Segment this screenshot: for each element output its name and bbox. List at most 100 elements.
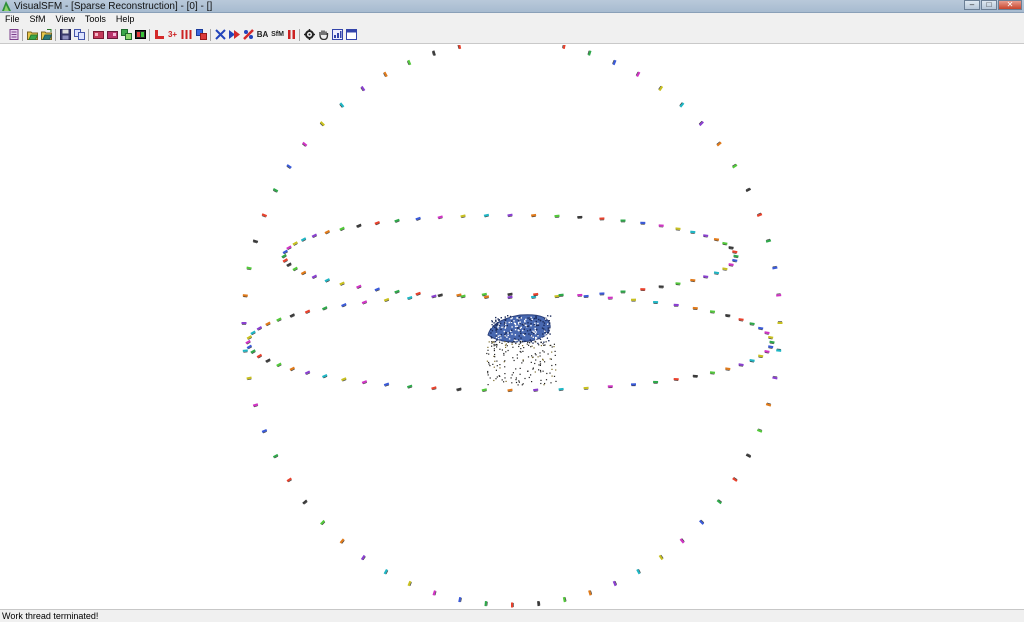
camera-marker: [304, 309, 311, 314]
camera-marker: [612, 580, 618, 587]
view-icon[interactable]: [135, 29, 146, 40]
menu-help[interactable]: Help: [111, 13, 140, 26]
camera-marker: [732, 477, 738, 482]
camera-marker: [777, 321, 783, 324]
camera-marker: [658, 285, 664, 289]
camera-marker: [758, 354, 764, 358]
camera-marker: [431, 50, 436, 56]
menu-file[interactable]: File: [0, 13, 25, 26]
status-text: Work thread terminated!: [2, 611, 99, 621]
camera-marker: [692, 306, 698, 311]
camera-marker: [533, 292, 539, 297]
window-title: VisualSFM - [Sparse Reconstruction] - [0…: [14, 1, 213, 12]
point-cloud-scene[interactable]: [0, 45, 1024, 609]
maximize-button[interactable]: □: [981, 0, 997, 10]
camera-marker: [481, 388, 487, 392]
hand-icon[interactable]: [318, 29, 329, 40]
camera-marker: [374, 287, 380, 292]
camera-marker: [432, 590, 437, 596]
camera-marker: [690, 278, 696, 283]
feature-icon[interactable]: [93, 29, 104, 40]
menu-tools[interactable]: Tools: [80, 13, 111, 26]
camera-marker: [725, 367, 731, 371]
camera-marker: [383, 382, 390, 387]
camera-marker: [636, 568, 641, 575]
cmvs-icon[interactable]: SfM: [271, 29, 284, 40]
camera-marker: [256, 326, 263, 331]
compute-missing-icon[interactable]: [181, 29, 192, 40]
menu-view[interactable]: View: [51, 13, 80, 26]
camera-marker: [250, 349, 256, 354]
camera-marker: [599, 217, 605, 221]
camera-marker: [673, 303, 679, 307]
expand-icon[interactable]: [215, 29, 226, 40]
chart-icon[interactable]: [332, 29, 343, 40]
camera-marker: [407, 295, 413, 301]
camera-marker: [252, 403, 259, 408]
camera-marker: [292, 241, 298, 246]
bundle-adjust-icon[interactable]: BA: [256, 29, 269, 40]
camera-marker: [383, 71, 388, 78]
camera-marker: [620, 290, 626, 294]
close-button[interactable]: ✕: [998, 0, 1022, 10]
toolbar-separator: [299, 29, 300, 41]
camera-marker: [256, 353, 263, 359]
status-bar: Work thread terminated!: [0, 609, 1024, 622]
open-images-icon[interactable]: [27, 29, 38, 40]
camera-marker: [599, 292, 605, 296]
camera-marker: [640, 288, 646, 292]
camera-marker: [246, 344, 253, 350]
camera-marker: [415, 216, 421, 221]
reconstruction-viewport[interactable]: [0, 45, 1024, 609]
camera-marker: [764, 349, 770, 354]
camera-marker: [460, 214, 466, 219]
camera-marker: [289, 366, 295, 372]
camera-marker: [431, 294, 437, 299]
camera-marker: [738, 363, 744, 367]
camera-marker: [241, 322, 247, 325]
camera-marker: [341, 377, 347, 382]
gear-icon[interactable]: [304, 29, 315, 40]
camera-marker: [511, 602, 514, 608]
camera-marker: [374, 220, 380, 226]
next-icon[interactable]: [229, 29, 240, 40]
pause-icon[interactable]: [286, 29, 297, 40]
save-icon[interactable]: [60, 29, 71, 40]
camera-marker: [772, 265, 778, 270]
camera-marker: [383, 569, 389, 575]
reconstruct-icon[interactable]: [154, 29, 165, 40]
camera-marker: [341, 303, 347, 308]
camera-marker: [703, 234, 709, 238]
camera-marker: [769, 340, 775, 345]
camera-marker: [577, 293, 583, 297]
camera-marker: [658, 224, 664, 228]
camera-marker: [437, 215, 443, 220]
open-multi-icon[interactable]: [41, 29, 52, 40]
camera-marker: [484, 601, 488, 607]
camera-marker: [437, 293, 443, 298]
camera-marker: [407, 580, 412, 587]
camera-marker: [533, 388, 539, 392]
camera-marker: [292, 266, 298, 272]
camera-marker: [339, 226, 345, 232]
match-icon[interactable]: [107, 29, 118, 40]
camera-marker: [246, 266, 252, 271]
open-log-icon[interactable]: [8, 29, 19, 40]
camera-marker: [319, 121, 325, 127]
window-icon[interactable]: [346, 29, 357, 40]
run-dense-icon[interactable]: [196, 29, 207, 40]
camera-marker: [394, 218, 400, 223]
title-bar: VisualSFM - [Sparse Reconstruction] - [0…: [0, 0, 1024, 13]
pairs-icon[interactable]: [121, 29, 132, 40]
camera-marker: [406, 59, 412, 66]
copy-icon[interactable]: [74, 29, 85, 40]
camera-marker: [690, 230, 696, 234]
camera-marker: [265, 358, 271, 363]
minimize-button[interactable]: –: [964, 0, 980, 10]
merge-icon[interactable]: [243, 29, 254, 40]
menu-sfm[interactable]: SfM: [25, 13, 51, 26]
camera-marker: [709, 310, 716, 314]
compute-3plus-icon[interactable]: 3+: [167, 29, 178, 40]
camera-marker: [261, 429, 268, 434]
camera-marker: [588, 590, 593, 596]
